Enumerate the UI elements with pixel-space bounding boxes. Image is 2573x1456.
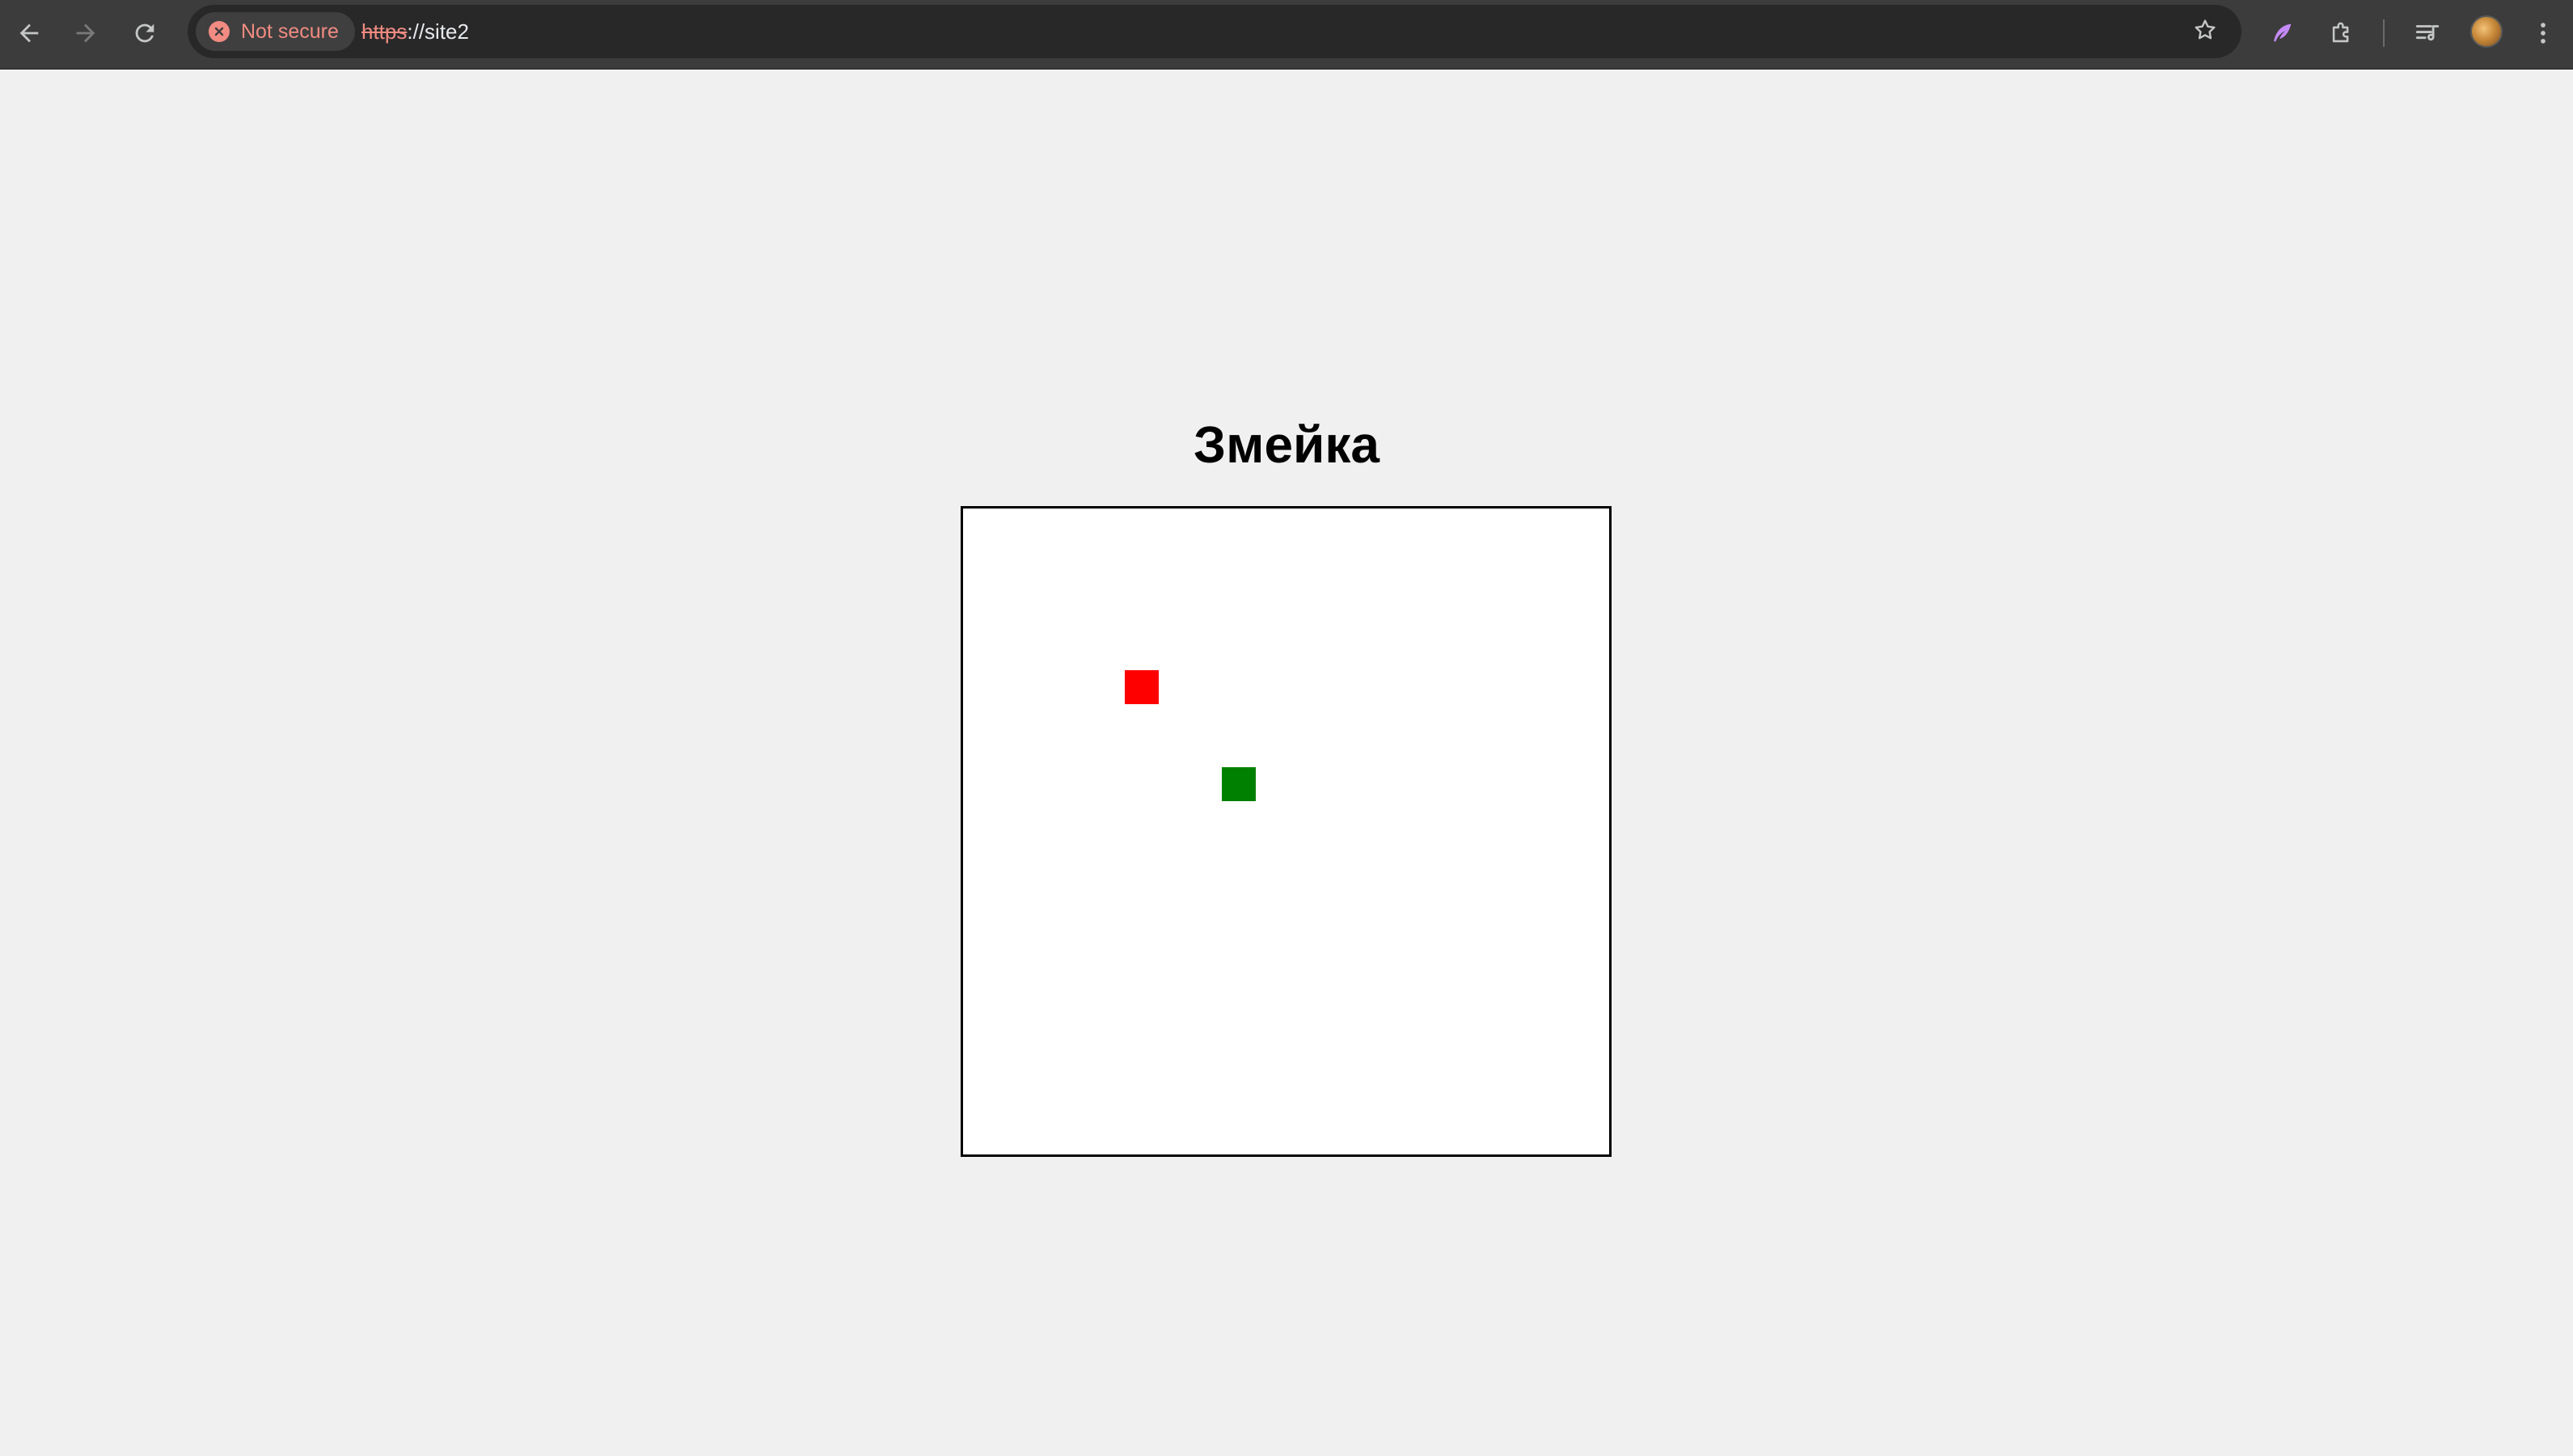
profile-avatar[interactable] <box>2470 15 2503 48</box>
page-title: Змейка <box>1194 416 1379 474</box>
url-host: ://site2 <box>407 19 469 44</box>
bookmark-button[interactable] <box>2185 11 2225 52</box>
game-board[interactable] <box>961 506 1612 1157</box>
media-queue-icon <box>2414 19 2441 51</box>
food-cell <box>1125 670 1159 704</box>
url-text[interactable]: https://site2 <box>361 5 469 58</box>
browser-menu-button[interactable] <box>2519 11 2567 59</box>
arrow-right-icon <box>72 19 99 51</box>
companion-button[interactable] <box>2258 11 2306 59</box>
puzzle-icon <box>2328 19 2355 51</box>
back-button[interactable] <box>5 11 53 59</box>
toolbar-divider <box>2383 19 2385 47</box>
kebab-menu-icon <box>2529 19 2557 51</box>
address-bar[interactable]: Not secure https://site2 <box>188 5 2241 58</box>
reload-icon <box>131 19 158 51</box>
forward-button[interactable] <box>61 11 110 59</box>
media-controls-button[interactable] <box>2403 11 2452 59</box>
browser-toolbar: Not secure https://site2 <box>0 0 2573 70</box>
extensions-button[interactable] <box>2317 11 2366 59</box>
star-icon <box>2192 17 2218 47</box>
reload-button[interactable] <box>120 11 169 59</box>
feather-icon <box>2268 19 2296 51</box>
arrow-left-icon <box>15 19 43 51</box>
url-scheme: https <box>361 19 408 44</box>
security-chip[interactable]: Not secure <box>196 12 355 51</box>
snake-head-cell <box>1222 767 1256 801</box>
security-label: Not secure <box>241 19 339 43</box>
not-secure-icon <box>209 21 230 42</box>
